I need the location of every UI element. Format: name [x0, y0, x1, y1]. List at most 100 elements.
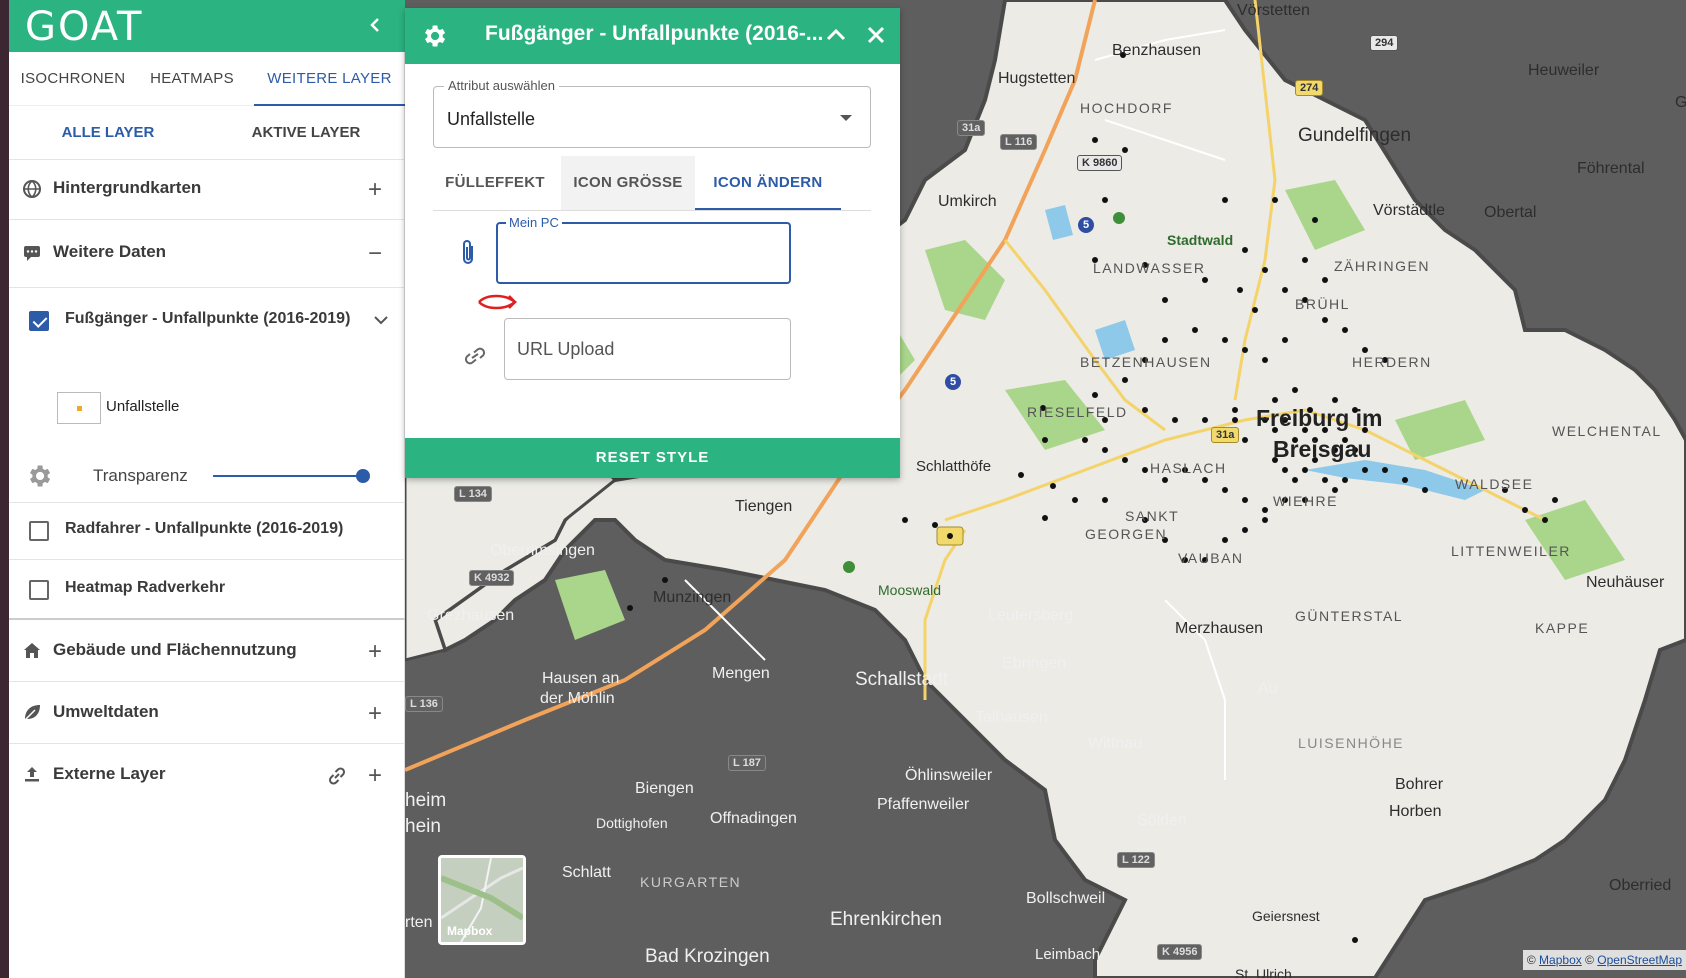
map-label-grezhausen: Grezhausen [427, 607, 515, 624]
attribute-select-value: Unfallstelle [447, 109, 536, 129]
tab-heatmaps[interactable]: HEATMAPS [137, 52, 247, 106]
road-shield-k9860: K 9860 [1077, 155, 1123, 171]
map-label-rten: rten [405, 914, 433, 931]
layer-label-fussgaenger: Fußgänger - Unfallpunkte (2016-2019) [65, 310, 351, 327]
expand-button[interactable]: + [363, 178, 387, 202]
reset-style-button[interactable]: RESET STYLE [405, 438, 900, 478]
map-label-soelden: Sölden [1137, 812, 1187, 829]
tab-fuelleffekt[interactable]: FÜLLEFFEKT [433, 156, 557, 210]
layer-item-heatmap-radverkehr[interactable]: Heatmap Radverkehr [9, 560, 405, 620]
road-shield-l187: L 187 [728, 755, 766, 771]
file-upload-field[interactable]: Mein PC [496, 215, 791, 284]
expand-button[interactable]: + [363, 764, 387, 788]
subtab-aktive-layer[interactable]: AKTIVE LAYER [207, 106, 405, 160]
road-shield-l134: L 134 [454, 486, 492, 502]
expand-button[interactable]: + [363, 640, 387, 664]
transparency-slider-track[interactable] [213, 475, 363, 477]
map-label-dottighofen: Dottighofen [596, 815, 668, 831]
file-upload-label: Mein PC [506, 215, 562, 230]
map-label-guenterstal: GÜNTERSTAL [1295, 608, 1404, 624]
road-shield-31a: 31a [957, 120, 986, 136]
layer-checkbox-radfahrer[interactable] [29, 521, 49, 541]
map-label-ebringen: Ebringen [1002, 655, 1067, 672]
map-label-waldsee: WALDSEE [1455, 476, 1534, 492]
mapbox-link[interactable]: Mapbox [1539, 953, 1582, 967]
attribute-select-label: Attribut auswählen [444, 78, 559, 93]
map-label-voerstetten: Vörstetten [1237, 2, 1310, 19]
subtab-alle-layer[interactable]: ALLE LAYER [9, 106, 207, 160]
map-label-schlatt: Schlatt [562, 864, 611, 881]
minimap-label: Mapbox [447, 924, 493, 938]
road-shield-31a-city: 31a [1211, 427, 1240, 443]
map-label-neuhaeuser: Neuhäuser [1586, 574, 1665, 591]
map-label-betzenhausen: BETZENHAUSEN [1080, 354, 1212, 370]
link-icon[interactable] [461, 344, 489, 368]
tab-icon-groesse[interactable]: ICON GRÖSSE [561, 156, 695, 210]
road-shield-a5-south: 5 [945, 374, 962, 390]
road-shield-k4932: K 4932 [469, 570, 515, 586]
layer-item-fussgaenger[interactable]: Fußgänger - Unfallpunkte (2016-2019) [9, 288, 405, 354]
minimize-chevron-up-icon[interactable] [821, 20, 851, 50]
map-label-stgeorgen-2: GEORGEN [1085, 526, 1168, 542]
upload-icon [21, 764, 43, 786]
chevron-down-icon[interactable] [371, 310, 391, 330]
layer-checkbox-fussgaenger[interactable] [29, 311, 49, 331]
map-label-freiburg-1: Freiburg im [1256, 405, 1383, 431]
basemap-switcher[interactable]: Mapbox [438, 855, 526, 945]
group-gebaeude[interactable]: Gebäude und Flächennutzung + [9, 620, 405, 682]
gear-icon [420, 22, 448, 50]
dialog-header: Fußgänger - Unfallpunkte (2016-... [405, 8, 900, 64]
map-label-haslach: HASLACH [1150, 460, 1227, 476]
map-label-munzingen: Munzingen [653, 589, 732, 606]
style-dialog: Fußgänger - Unfallpunkte (2016-... Attri… [405, 8, 900, 478]
layer-item-radfahrer[interactable]: Radfahrer - Unfallpunkte (2016-2019) [9, 502, 405, 560]
tab-isochronen[interactable]: ISOCHRONEN [9, 52, 137, 106]
map-label-bad-krozingen: Bad Krozingen [645, 946, 770, 967]
tab-weitere-layer[interactable]: WEITERE LAYER [254, 52, 405, 106]
expand-button[interactable]: + [363, 702, 387, 726]
map-attribution: © Mapbox © OpenStreetMap [1522, 950, 1686, 970]
tab-icon-aendern[interactable]: ICON ÄNDERN [695, 156, 841, 210]
map-label-schlatthoefe: Schlatthöfe [916, 458, 992, 475]
road-shield-l136: L 136 [405, 696, 443, 712]
home-icon [21, 640, 43, 662]
map-label-mooswald: Mooswald [878, 582, 942, 598]
road-shield-274: 274 [1295, 80, 1324, 96]
layer-checkbox-heatmap[interactable] [29, 580, 49, 600]
legend-label: Unfallstelle [106, 398, 180, 415]
collapse-button[interactable]: − [363, 242, 387, 266]
globe-icon [21, 179, 43, 201]
map-label-hugstetten: Hugstetten [998, 70, 1076, 87]
group-externe-layer[interactable]: Externe Layer + [9, 744, 405, 806]
map-label-oberrimsingen: Oberrimsingen [490, 542, 595, 559]
paperclip-icon[interactable] [458, 238, 478, 268]
red-arrow-icon [475, 290, 519, 314]
group-umweltdaten[interactable]: Umweltdaten + [9, 682, 405, 744]
url-upload-input[interactable]: URL Upload [504, 318, 791, 380]
collapse-sidebar-button[interactable] [361, 10, 389, 40]
osm-link[interactable]: OpenStreetMap [1597, 953, 1682, 967]
desktop-edge [0, 0, 9, 978]
group-weitere-daten[interactable]: Weitere Daten − [9, 220, 405, 288]
map-label-schallstadt: Schallstadt [855, 669, 948, 690]
map-label-umkirch: Umkirch [938, 193, 997, 210]
group-hintergrundkarten[interactable]: Hintergrundkarten + [9, 160, 405, 220]
settings-gear-icon[interactable] [25, 462, 53, 490]
transparency-slider-thumb[interactable] [356, 469, 370, 483]
sidebar-tabs: ISOCHRONEN HEATMAPS WEITERE LAYER [9, 52, 405, 106]
road-shield-k4956: K 4956 [1157, 944, 1203, 960]
close-icon[interactable] [861, 20, 891, 50]
caret-down-icon [840, 115, 852, 121]
map-label-wiehre: WIEHRE [1273, 493, 1338, 509]
map-label-pfaffenweiler: Pfaffenweiler [877, 796, 970, 813]
group-label-weitere-daten: Weitere Daten [53, 242, 167, 261]
road-shield-l116: L 116 [1000, 134, 1038, 150]
map-label-benzhausen: Benzhausen [1112, 42, 1201, 59]
attribution-mid: © [1585, 953, 1594, 967]
map-label-freiburg-2: Breisgau [1273, 436, 1372, 462]
map-label-g: G [1675, 94, 1686, 111]
attribute-select[interactable]: Attribut auswählen Unfallstelle [433, 78, 871, 148]
map-label-bruehl: BRÜHL [1295, 296, 1350, 312]
chat-bubble-icon [21, 242, 43, 264]
link-icon[interactable] [325, 764, 349, 788]
